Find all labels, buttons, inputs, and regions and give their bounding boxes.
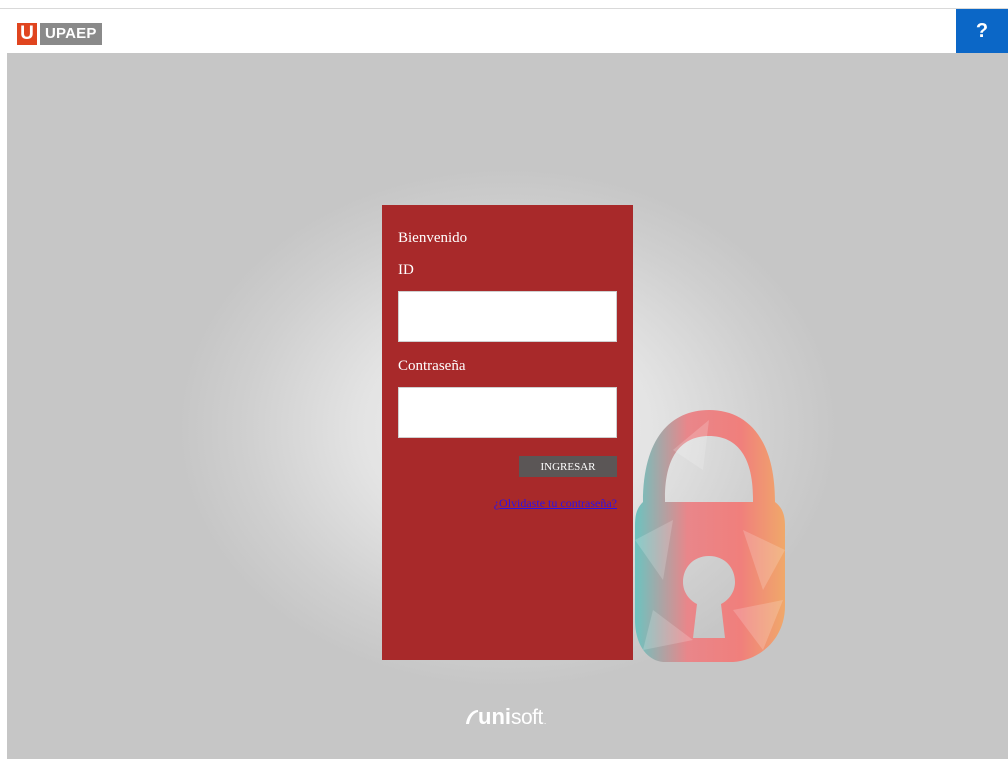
brand-uni: uni xyxy=(478,704,511,729)
help-button[interactable]: ? xyxy=(956,9,1008,53)
brand-soft: soft xyxy=(511,706,543,729)
welcome-heading: Bienvenido xyxy=(398,230,468,246)
password-label: Contraseña xyxy=(398,358,466,374)
login-panel: Bienvenido ID Contraseña INGRESAR ¿Olvid… xyxy=(382,205,633,660)
logo-letter: U xyxy=(17,23,37,45)
id-input[interactable] xyxy=(398,291,617,342)
logo-name: UPAEP xyxy=(40,23,102,45)
upaep-logo[interactable]: U UPAEP xyxy=(17,23,102,45)
brand-dot: . xyxy=(543,716,547,726)
submit-button[interactable]: INGRESAR xyxy=(519,456,617,477)
forgot-password-link[interactable]: ¿Olvidaste tu contraseña? xyxy=(494,496,617,511)
header-bar: U UPAEP ? xyxy=(0,9,1008,53)
id-label: ID xyxy=(398,262,414,278)
login-background: Bienvenido ID Contraseña INGRESAR ¿Olvid… xyxy=(7,53,1008,759)
password-input[interactable] xyxy=(398,387,617,438)
lock-illustration xyxy=(635,410,785,662)
unisoft-logo: uni soft . xyxy=(464,704,546,730)
